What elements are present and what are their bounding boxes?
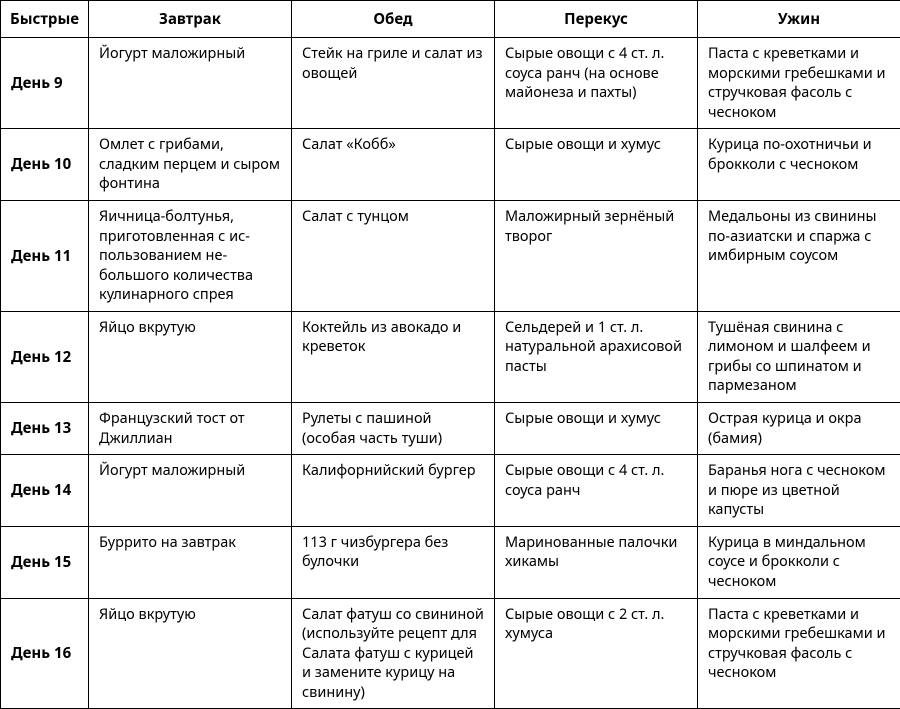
cell-lunch: Рулеты с пашиной (особая часть туши) — [292, 403, 495, 455]
cell-dinner: Баранья нога с чесноком и пюре из цветно… — [698, 455, 900, 527]
cell-dinner: Острая курица и окра (бамия) — [698, 403, 900, 455]
cell-breakfast: Буррито на завтрак — [89, 526, 292, 598]
table-row: День 9 Йогурт маложирный Стейк на гриле … — [1, 38, 900, 129]
header-fast: Быстрые — [1, 1, 89, 38]
cell-breakfast: Яйцо вкрутую — [89, 598, 292, 709]
table-row: День 10 Омлет с грибами, сладким перцем … — [1, 129, 900, 201]
cell-dinner: Медальоны из свинины по-азиатски и спарж… — [698, 200, 900, 311]
cell-lunch: 113 г чизбургера без булочки — [292, 526, 495, 598]
cell-lunch: Салат «Кобб» — [292, 129, 495, 201]
cell-snack: Сырые овощи и хумус — [495, 129, 698, 201]
cell-lunch: Салат фатуш со свини­ной (используйте ре… — [292, 598, 495, 709]
cell-lunch: Стейк на гриле и салат из овощей — [292, 38, 495, 129]
table-row: День 12 Яйцо вкрутую Коктейль из авокадо… — [1, 311, 900, 402]
cell-dinner: Паста с креветками и мор­скими гребешкам… — [698, 598, 900, 709]
cell-snack: Сырые овощи и хумус — [495, 403, 698, 455]
day-label: День 16 — [1, 598, 89, 709]
cell-snack: Маложирный зернё­ный творог — [495, 200, 698, 311]
cell-breakfast: Французский тост от Джиллиан — [89, 403, 292, 455]
cell-breakfast: Омлет с грибами, сладким перцем и сыром … — [89, 129, 292, 201]
header-dinner: Ужин — [698, 1, 900, 38]
day-label: День 15 — [1, 526, 89, 598]
cell-snack: Сырые овощи с 4 ст. л. соуса ранч — [495, 455, 698, 527]
table-row: День 14 Йогурт маложирный Калифорнийский… — [1, 455, 900, 527]
day-label: День 13 — [1, 403, 89, 455]
cell-snack: Сельдерей и 1 ст. л. натуральной арахисо… — [495, 311, 698, 402]
day-label: День 10 — [1, 129, 89, 201]
cell-snack: Сырые овощи с 2 ст. л. хумуса — [495, 598, 698, 709]
day-label: День 12 — [1, 311, 89, 402]
cell-breakfast: Яйцо вкрутую — [89, 311, 292, 402]
cell-dinner: Курица по-охотничьи и брок­коли с чеснок… — [698, 129, 900, 201]
table-row: День 11 Яичница-болтунья, приготовленная… — [1, 200, 900, 311]
cell-dinner: Курица в миндальном соусе и брокколи с ч… — [698, 526, 900, 598]
day-label: День 11 — [1, 200, 89, 311]
table-row: День 15 Буррито на завтрак 113 г чизбург… — [1, 526, 900, 598]
cell-breakfast: Йогурт маложирный — [89, 455, 292, 527]
header-snack: Перекус — [495, 1, 698, 38]
cell-dinner: Паста с креветками и мор­скими гребешкам… — [698, 38, 900, 129]
cell-snack: Сырые овощи с 4 ст. л. соуса ранч (на ос… — [495, 38, 698, 129]
header-breakfast: Завтрак — [89, 1, 292, 38]
cell-breakfast: Яичница-болтунья, приготовленная с ис­по… — [89, 200, 292, 311]
cell-snack: Маринованные палоч­ки хикамы — [495, 526, 698, 598]
meal-plan-table: Быстрые Завтрак Обед Перекус Ужин День 9… — [0, 0, 900, 709]
cell-lunch: Салат с тунцом — [292, 200, 495, 311]
cell-lunch: Калифорнийский бургер — [292, 455, 495, 527]
day-label: День 14 — [1, 455, 89, 527]
header-row: Быстрые Завтрак Обед Перекус Ужин — [1, 1, 900, 38]
cell-dinner: Тушёная свинина с лимоном и шалфеем и гр… — [698, 311, 900, 402]
table-row: День 16 Яйцо вкрутую Салат фатуш со свин… — [1, 598, 900, 709]
cell-breakfast: Йогурт маложирный — [89, 38, 292, 129]
table-row: День 13 Французский тост от Джиллиан Рул… — [1, 403, 900, 455]
day-label: День 9 — [1, 38, 89, 129]
header-lunch: Обед — [292, 1, 495, 38]
cell-lunch: Коктейль из авокадо и креветок — [292, 311, 495, 402]
